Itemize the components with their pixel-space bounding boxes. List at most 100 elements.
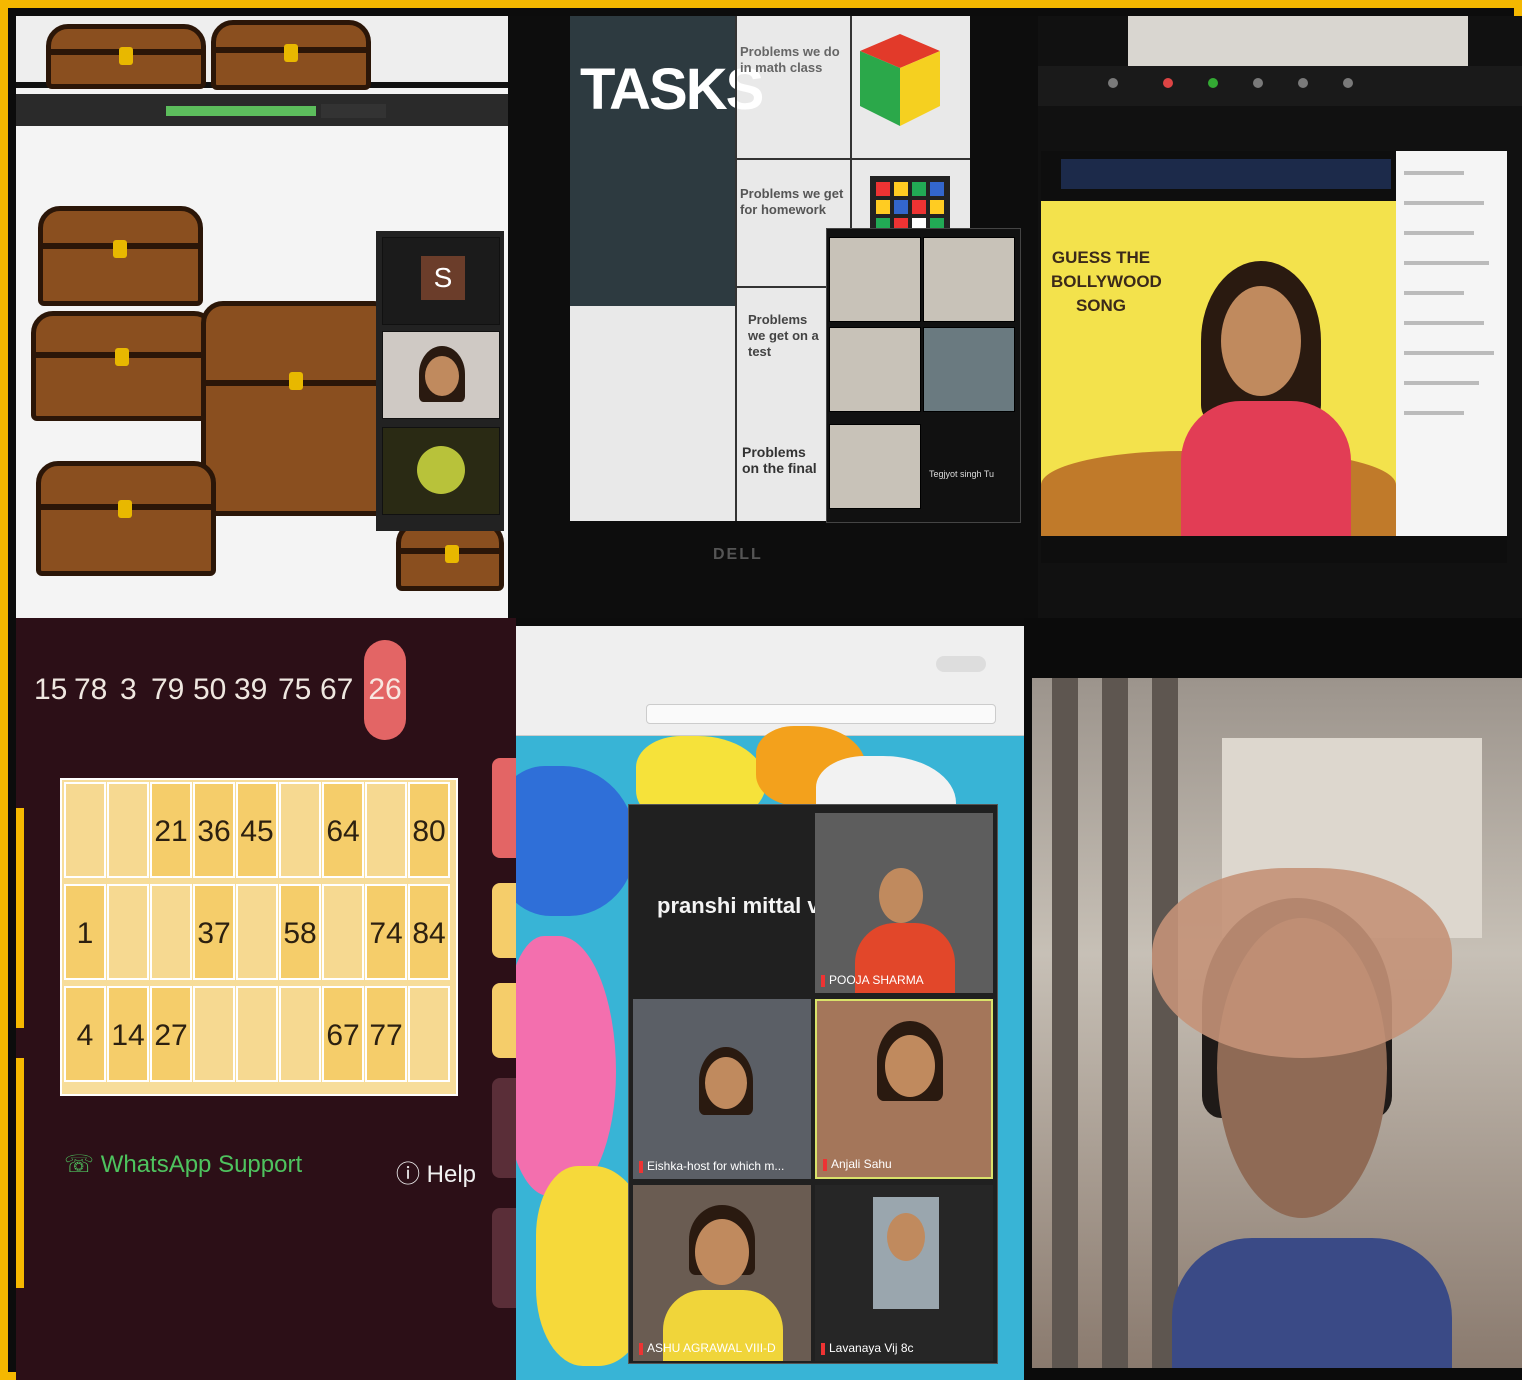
whatsapp-icon: ☏ (64, 1151, 95, 1178)
ticket-cell[interactable]: 58 (279, 884, 321, 980)
task-item: Problems we get on a test (748, 312, 819, 359)
current-number-ball: 26 (364, 640, 406, 740)
participant-tile[interactable]: POOJA SHARMA (815, 813, 993, 993)
info-icon: ⓘ (396, 1161, 420, 1188)
treasure-chest (46, 24, 206, 89)
record-icon[interactable] (1298, 78, 1308, 88)
ticket-cell[interactable]: 74 (365, 884, 407, 980)
participant-tile[interactable] (829, 237, 921, 322)
video-strip (1128, 16, 1468, 66)
participant-tile[interactable] (382, 427, 500, 515)
side-tab (16, 1058, 24, 1288)
ticket-cell[interactable] (408, 986, 450, 1082)
task-item: Problems we do in math class (740, 44, 840, 75)
ticket-cell[interactable]: 67 (322, 986, 364, 1082)
view-options-button[interactable] (321, 104, 386, 118)
ticket-cell[interactable]: 64 (322, 782, 364, 878)
chat-icon[interactable] (1253, 78, 1263, 88)
ticket-cell[interactable]: 14 (107, 986, 149, 1082)
side-tab[interactable] (492, 983, 516, 1058)
treasure-chest (201, 301, 396, 516)
ticket-cell[interactable] (193, 986, 235, 1082)
tambola-ticket: 21 36 45 64 80 1 37 58 74 84 4 14 27 67 … (60, 778, 458, 1096)
ticket-cell[interactable]: 27 (150, 986, 192, 1082)
participant-tile[interactable] (382, 331, 500, 419)
called-number: 3 (120, 673, 137, 706)
reactions-icon[interactable] (1343, 78, 1353, 88)
slide-title-block: TASKS (570, 16, 764, 306)
ticket-cell[interactable]: 1 (64, 884, 106, 980)
task-item: Problems on the final (742, 444, 817, 476)
ticket-cell[interactable]: 4 (64, 986, 106, 1082)
ticket-cell[interactable]: 80 (408, 782, 450, 878)
ticket-cell[interactable] (365, 782, 407, 878)
slide: GUESS THE BOLLYWOOD SONG (1041, 201, 1396, 536)
ticket-cell[interactable] (64, 782, 106, 878)
ticket-cell[interactable] (236, 986, 278, 1082)
ticket-cell[interactable] (322, 884, 364, 980)
progress-bar (166, 106, 316, 116)
tambola-panel: 15 78 3 79 50 39 75 67 26 21 36 45 64 80… (16, 618, 516, 1380)
profile-button[interactable] (936, 656, 986, 672)
heart-hands-panel (1024, 618, 1522, 1380)
treasure-chest (211, 20, 371, 90)
participant-tile[interactable] (923, 237, 1015, 322)
participant-face (885, 1035, 935, 1097)
ticket-cell[interactable]: 36 (193, 782, 235, 878)
participant-tile[interactable] (923, 327, 1015, 412)
participant-tile[interactable]: Eishka-host for which m... (633, 999, 811, 1179)
address-bar[interactable] (646, 704, 996, 724)
side-tab[interactable] (492, 758, 516, 858)
ticket-cell[interactable] (279, 782, 321, 878)
called-number: 39 (234, 673, 268, 706)
participant-name: Eishka-host for which m... (639, 1159, 784, 1173)
side-tab[interactable] (492, 883, 516, 958)
treasure-chest (36, 461, 216, 576)
ticket-cell[interactable]: 37 (193, 884, 235, 980)
participant-face (879, 868, 923, 923)
treasure-chest-panel: S (16, 16, 508, 618)
cube-icon (860, 34, 940, 126)
participant-face (887, 1213, 925, 1261)
mic-icon[interactable] (1108, 78, 1118, 88)
ticket-cell[interactable]: 21 (150, 782, 192, 878)
ticket-cell[interactable]: 45 (236, 782, 278, 878)
participant-tile[interactable] (829, 327, 921, 412)
participant-tile[interactable]: Anjali Sahu (815, 999, 993, 1179)
participant-face (695, 1219, 749, 1285)
participant-tile[interactable] (829, 424, 921, 509)
ticket-cell[interactable] (107, 782, 149, 878)
participant-name: Lavanaya Vij 8c (821, 1341, 914, 1355)
side-tab[interactable] (492, 1208, 516, 1308)
side-tab (16, 808, 24, 1028)
tasks-panel: TASKS Problems we do in math class Probl… (508, 16, 1038, 618)
treasure-chest (396, 521, 504, 591)
ticket-cell[interactable]: 84 (408, 884, 450, 980)
share-icon[interactable] (1208, 78, 1218, 88)
ticket-cell[interactable]: 77 (365, 986, 407, 1082)
whatsapp-support-link[interactable]: ☏ WhatsApp Support (64, 1150, 302, 1179)
called-number: 79 (151, 673, 185, 706)
participant-tile[interactable]: ASHU AGRAWAL VIII-D (633, 1185, 811, 1361)
zoom-gallery: Tegjyot singh Tu (826, 228, 1021, 523)
ticket-cell[interactable] (150, 884, 192, 980)
collage-frame: S TASKS Problems we do in math class Pro… (0, 0, 1522, 1380)
person-shirt (1172, 1238, 1452, 1368)
participant-tabs[interactable] (1061, 159, 1391, 189)
video-icon[interactable] (1163, 78, 1173, 88)
chat-panel[interactable] (1396, 151, 1507, 536)
participant-tile[interactable]: Lavanaya Vij 8c (815, 1185, 993, 1361)
help-link[interactable]: ⓘ Help (396, 1154, 476, 1189)
ticket-cell[interactable] (236, 884, 278, 980)
side-tab[interactable] (492, 1078, 516, 1178)
participant-name: Anjali Sahu (823, 1157, 892, 1171)
monitor-screen: GUESS THE BOLLYWOOD SONG (1041, 151, 1507, 563)
participant-face (1221, 286, 1301, 396)
ticket-cell[interactable] (107, 884, 149, 980)
zoom-window: pranshi mittal v... POOJA SHARMA Eishka-… (628, 804, 998, 1364)
heart-hands (1152, 868, 1452, 1058)
active-speaker-name: pranshi mittal v... (657, 893, 837, 918)
participant-tile[interactable]: S (382, 237, 500, 325)
video-glow (417, 446, 465, 494)
ticket-cell[interactable] (279, 986, 321, 1082)
